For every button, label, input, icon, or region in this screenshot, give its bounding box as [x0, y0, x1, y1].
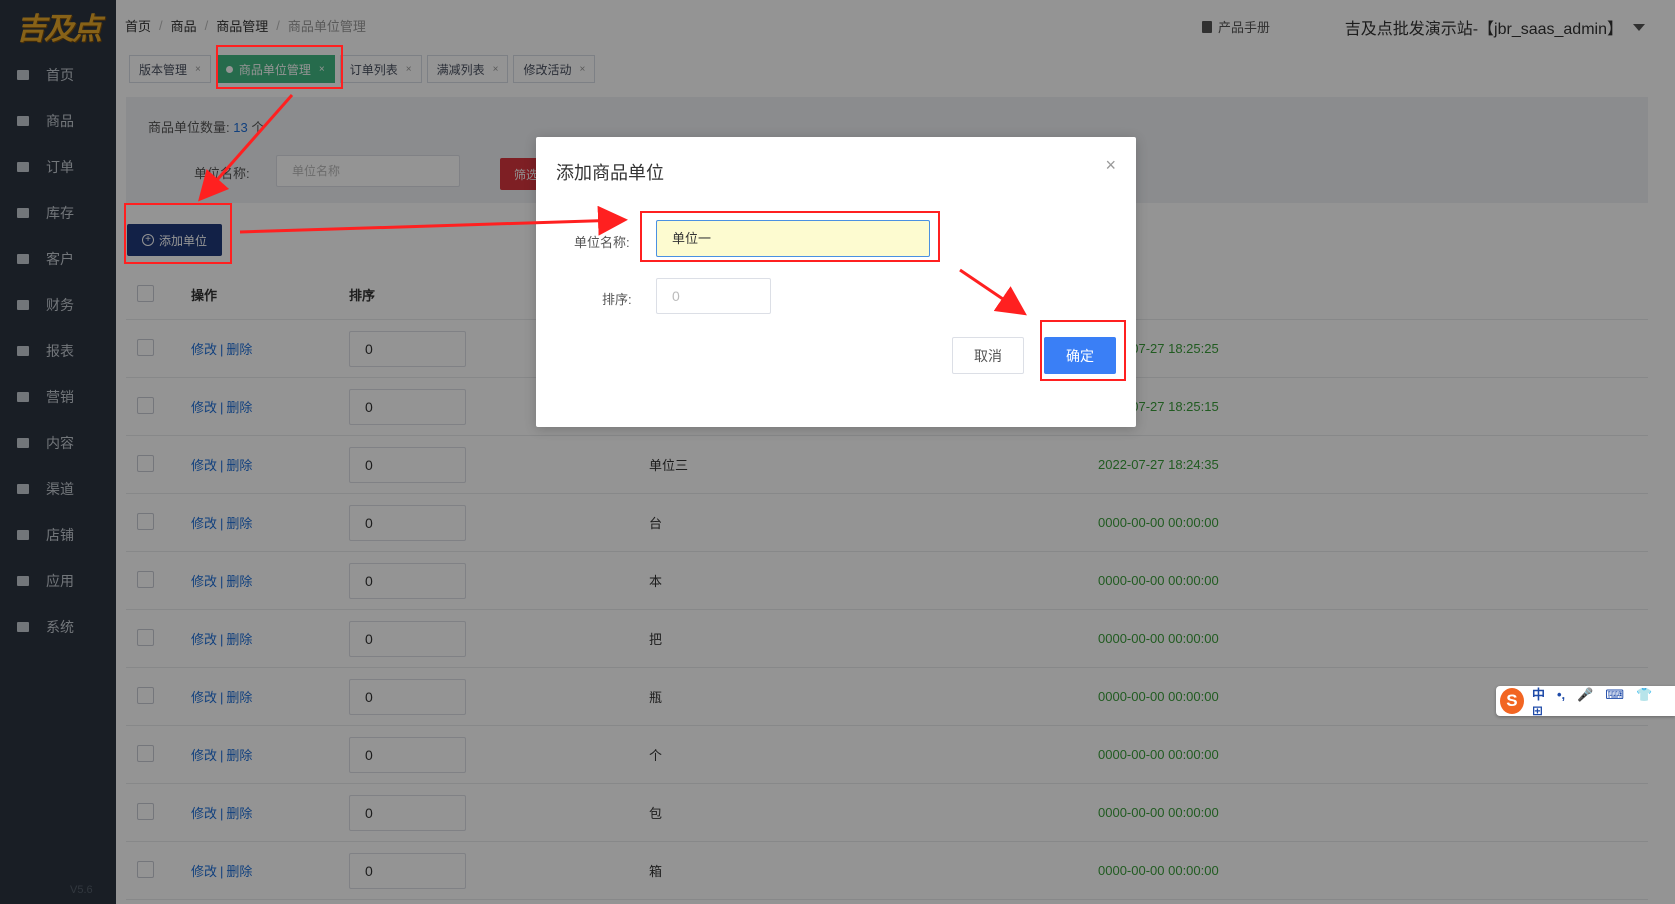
modal-overlay[interactable] — [0, 0, 1675, 904]
ime-item[interactable]: 👕 — [1636, 687, 1652, 702]
dialog-title: 添加商品单位 — [556, 163, 664, 183]
ime-item[interactable]: ⊞ — [1532, 703, 1543, 718]
cancel-button[interactable]: 取消 — [952, 337, 1024, 374]
highlight-active-tab — [216, 45, 343, 89]
sort-input[interactable]: 0 — [656, 278, 771, 314]
ime-item[interactable]: 中 — [1532, 687, 1545, 702]
highlight-add-button — [124, 203, 232, 264]
ime-item[interactable]: •, — [1557, 687, 1565, 702]
ime-item[interactable]: ⌨ — [1605, 687, 1624, 702]
close-icon[interactable]: × — [1105, 155, 1116, 176]
unit-name-label: 单位名称: — [574, 235, 630, 250]
sogou-logo-icon: S — [1500, 688, 1524, 714]
ime-toolbar[interactable]: S 中 •, 🎤 ⌨ 👕 ⊞ — [1496, 686, 1675, 718]
highlight-confirm-button — [1040, 320, 1126, 381]
sort-label: 排序: — [602, 292, 632, 307]
add-unit-dialog: 添加商品单位 × 单位名称: 单位一 排序: 0 取消 确定 — [536, 137, 1136, 427]
highlight-name-input — [640, 211, 940, 262]
ime-item[interactable]: 🎤 — [1577, 687, 1593, 702]
